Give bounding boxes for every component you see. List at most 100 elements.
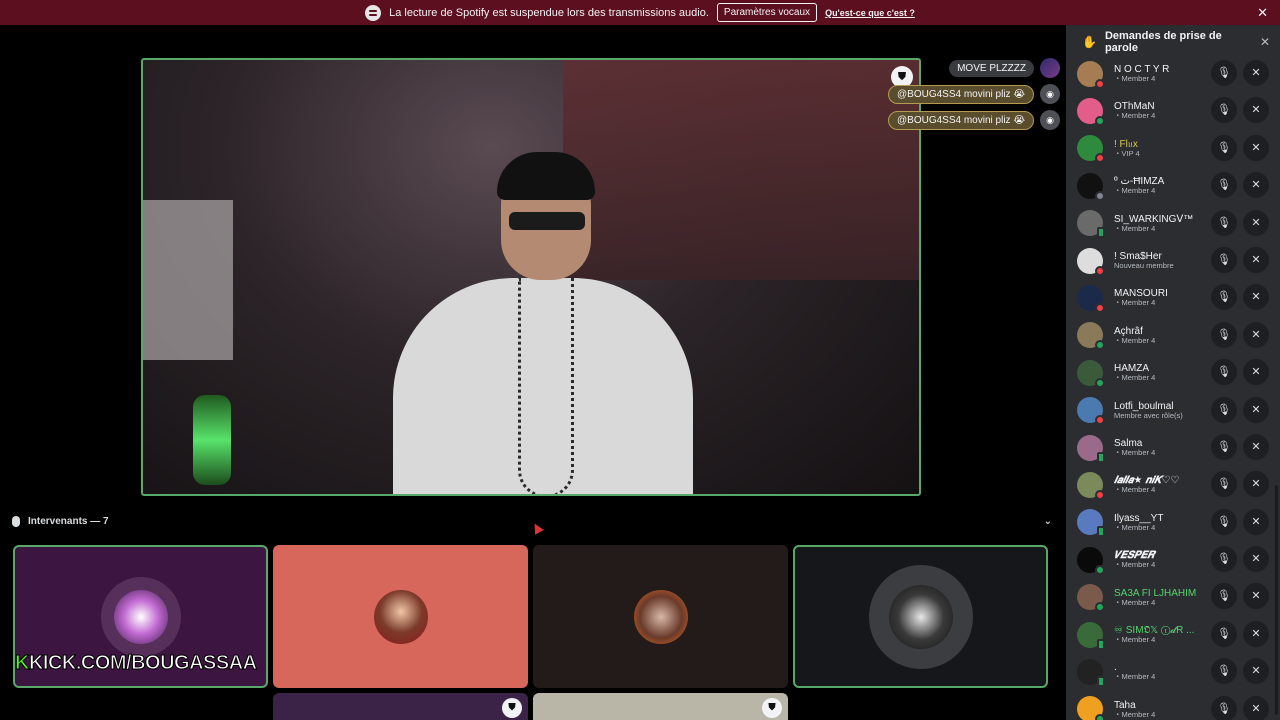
speaker-tile[interactable] xyxy=(533,545,788,688)
speaker-tile[interactable] xyxy=(273,545,528,688)
avatar[interactable] xyxy=(1077,285,1105,314)
invite-to-speak-button[interactable]: 🎙 xyxy=(1211,209,1237,236)
request-row[interactable]: Lotfi_boulmal Membre avec rôle(s) 🎙 ✕ xyxy=(1066,392,1280,429)
invite-to-speak-button[interactable]: 🎙 xyxy=(1211,546,1237,573)
deny-request-button[interactable]: ✕ xyxy=(1243,359,1269,386)
avatar[interactable] xyxy=(1077,247,1105,276)
invite-to-speak-button[interactable]: 🎙 xyxy=(1211,658,1237,685)
request-row[interactable]: OThMaN ・Member 4 🎙 ✕ xyxy=(1066,92,1280,129)
avatar[interactable] xyxy=(1077,359,1105,388)
request-row[interactable]: Ilyass__YT ・Member 4 🎙 ✕ xyxy=(1066,504,1280,541)
avatar[interactable] xyxy=(1077,621,1105,650)
request-row[interactable]: Taha ・Member 4 🎙 ✕ xyxy=(1066,691,1280,720)
deny-request-button[interactable]: ✕ xyxy=(1243,246,1269,273)
chat-message: MOVE PLZZZZ xyxy=(880,58,1060,78)
user-name[interactable]: SA3A FI LJHAHIM xyxy=(1114,588,1214,599)
request-row[interactable]: . ・Member 4 🎙 ✕ xyxy=(1066,653,1280,690)
avatar[interactable] xyxy=(1077,322,1105,351)
close-icon[interactable]: ✕ xyxy=(1257,5,1268,21)
invite-to-speak-button[interactable]: 🎙 xyxy=(1211,172,1237,199)
raised-hand-icon: ✋ xyxy=(1082,34,1097,49)
speaker-tile[interactable]: KKICK.COM/BOUGASSAA xyxy=(13,545,268,688)
avatar xyxy=(888,584,953,649)
deny-request-button[interactable]: ✕ xyxy=(1243,60,1269,86)
request-row[interactable]: ! Sma$Her Nouveau membre 🎙 ✕ xyxy=(1066,242,1280,279)
user-name[interactable]: SI_WARKINGᐯ™ xyxy=(1114,214,1214,225)
deny-request-button[interactable]: ✕ xyxy=(1243,284,1269,311)
deny-request-button[interactable]: ✕ xyxy=(1243,583,1269,610)
invite-to-speak-button[interactable]: 🎙 xyxy=(1211,471,1237,498)
deny-request-button[interactable]: ✕ xyxy=(1243,658,1269,685)
avatar[interactable] xyxy=(1077,210,1105,239)
user-role: ・Member 4 xyxy=(1114,597,1156,607)
invite-to-speak-button[interactable]: 🎙 xyxy=(1211,246,1237,273)
request-row[interactable]: º ت-ĦIMZA ・Member 4 🎙 ✕ xyxy=(1066,167,1280,204)
scrollbar[interactable] xyxy=(1275,485,1278,715)
avatar[interactable] xyxy=(1077,696,1105,720)
avatar[interactable] xyxy=(1077,60,1105,89)
avatar[interactable] xyxy=(1077,546,1105,575)
invite-to-speak-button[interactable]: 🎙 xyxy=(1211,433,1237,460)
invite-to-speak-button[interactable]: 🎙 xyxy=(1211,583,1237,610)
chat-overlay: MOVE PLZZZZ @BOUG4SS4 movini pliz 😭 ◉ @B… xyxy=(880,58,1060,136)
request-row[interactable]: MANSOURI ・Member 4 🎙 ✕ xyxy=(1066,279,1280,316)
request-row[interactable]: 𝒍𝒂𝒍𝒍𝒂★ 𝒏𝒊𝑲♡♡ ・Member 4 🎙 ✕ xyxy=(1066,466,1280,503)
deny-request-button[interactable]: ✕ xyxy=(1243,695,1269,720)
deny-request-button[interactable]: ✕ xyxy=(1243,546,1269,573)
user-info: ♾ SIM𝕺𝕏 ⓣ𝓭R ... ・Member 4 xyxy=(1114,625,1214,644)
avatar[interactable] xyxy=(1077,98,1105,127)
voice-settings-button[interactable]: Paramètres vocaux xyxy=(716,3,818,22)
invite-to-speak-button[interactable]: 🎙 xyxy=(1211,321,1237,348)
invite-to-speak-button[interactable]: 🎙 xyxy=(1211,359,1237,386)
invite-to-speak-button[interactable]: 🎙 xyxy=(1211,620,1237,647)
chevron-down-icon[interactable]: ⌄ xyxy=(1044,516,1052,527)
shield-icon[interactable]: ⛊ xyxy=(502,698,522,718)
user-name[interactable]: Lotfi_boulmal xyxy=(1114,401,1214,412)
deny-request-button[interactable]: ✕ xyxy=(1243,620,1269,647)
avatar[interactable] xyxy=(1077,584,1105,613)
deny-request-button[interactable]: ✕ xyxy=(1243,209,1269,236)
avatar[interactable] xyxy=(1077,509,1105,538)
avatar[interactable] xyxy=(1077,471,1105,500)
deny-request-button[interactable]: ✕ xyxy=(1243,396,1269,423)
request-row[interactable]: ♾ SIM𝕺𝕏 ⓣ𝓭R ... ・Member 4 🎙 ✕ xyxy=(1066,616,1280,653)
avatar xyxy=(633,589,688,644)
avatar[interactable] xyxy=(1077,397,1105,426)
request-row[interactable]: N O C T Y R ・Member 4 🎙 ✕ xyxy=(1066,55,1280,92)
avatar[interactable] xyxy=(1077,172,1105,201)
deny-request-button[interactable]: ✕ xyxy=(1243,321,1269,348)
deny-request-button[interactable]: ✕ xyxy=(1243,172,1269,199)
request-row[interactable]: Salma ・Member 4 🎙 ✕ xyxy=(1066,429,1280,466)
invite-to-speak-button[interactable]: 🎙 xyxy=(1211,508,1237,535)
deny-request-button[interactable]: ✕ xyxy=(1243,508,1269,535)
request-row[interactable]: SI_WARKINGᐯ™ ・Member 4 🎙 ✕ xyxy=(1066,205,1280,242)
status-indicator xyxy=(1097,675,1105,687)
invite-to-speak-button[interactable]: 🎙 xyxy=(1211,396,1237,423)
invite-to-speak-button[interactable]: 🎙 xyxy=(1211,60,1237,86)
request-row[interactable]: ! Fl𝔲x ・VIP 4 🎙 ✕ xyxy=(1066,130,1280,167)
invite-to-speak-button[interactable]: 🎙 xyxy=(1211,97,1237,124)
speaker-tile[interactable]: ⛊ xyxy=(273,693,528,720)
speaker-tile[interactable]: ⛊ xyxy=(533,693,788,720)
request-row[interactable]: SA3A FI LJHAHIM ・Member 4 🎙 ✕ xyxy=(1066,578,1280,615)
status-indicator xyxy=(1095,340,1105,351)
invite-to-speak-button[interactable]: 🎙 xyxy=(1211,134,1237,161)
avatar[interactable] xyxy=(1077,135,1105,164)
invite-to-speak-button[interactable]: 🎙 xyxy=(1211,695,1237,720)
request-row[interactable]: Açhrâf ・Member 4 🎙 ✕ xyxy=(1066,317,1280,354)
avatar[interactable] xyxy=(1077,658,1105,687)
avatar[interactable] xyxy=(1077,434,1105,463)
request-row[interactable]: 𝑽𝑬𝑺𝑷𝑬𝑹 ・Member 4 🎙 ✕ xyxy=(1066,541,1280,578)
deny-request-button[interactable]: ✕ xyxy=(1243,134,1269,161)
request-row[interactable]: HAMZA ・Member 4 🎙 ✕ xyxy=(1066,354,1280,391)
shield-icon[interactable]: ⛊ xyxy=(762,698,782,718)
user-info: Taha ・Member 4 xyxy=(1114,700,1214,719)
close-icon[interactable]: ✕ xyxy=(1260,35,1270,49)
invite-to-speak-button[interactable]: 🎙 xyxy=(1211,284,1237,311)
deny-request-button[interactable]: ✕ xyxy=(1243,97,1269,124)
main-video-stream[interactable]: ⛊ xyxy=(141,58,921,496)
deny-request-button[interactable]: ✕ xyxy=(1243,471,1269,498)
deny-request-button[interactable]: ✕ xyxy=(1243,433,1269,460)
speaker-tile[interactable] xyxy=(793,545,1048,688)
what-is-this-link[interactable]: Qu'est-ce que c'est ? xyxy=(825,8,915,18)
